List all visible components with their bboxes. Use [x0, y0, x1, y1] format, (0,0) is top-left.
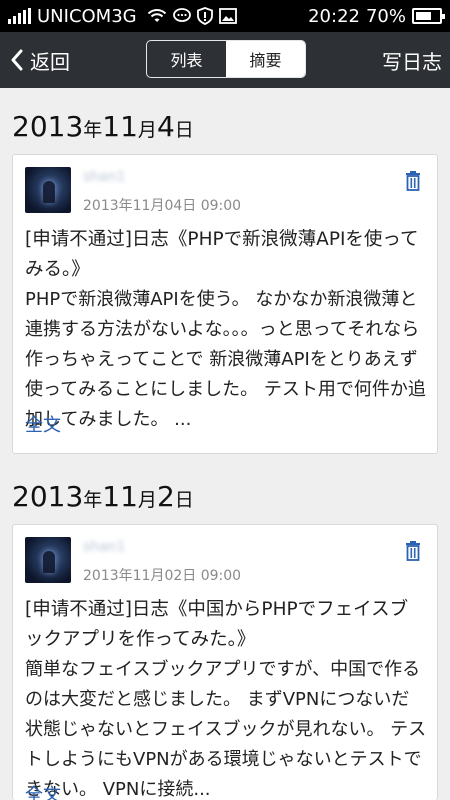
carrier-label: UNICOM3G [37, 5, 137, 27]
date-month-unit: 月 [137, 489, 157, 511]
trash-icon[interactable] [405, 541, 421, 561]
tab-list[interactable]: 列表 [147, 41, 226, 77]
image-icon [218, 8, 237, 24]
signal-icon [8, 8, 31, 24]
back-label: 返回 [30, 49, 70, 74]
avatar[interactable] [25, 537, 71, 583]
read-more-link[interactable]: 全文 [25, 411, 61, 437]
shield-icon [196, 7, 213, 25]
post-card[interactable]: shan1 2013年11月02日 09:00 [申请不通过]日志《中国からPH… [12, 524, 438, 800]
date-day: 4 [156, 110, 175, 143]
date-heading: 2013年11月2日 [12, 480, 194, 513]
status-bar: UNICOM3G 20:22 70% [0, 0, 450, 32]
date-month: 11 [102, 480, 138, 513]
post-title[interactable]: [申请不通过]日志《PHPで新浪微薄APIを使ってみる。》 [25, 225, 425, 285]
date-day-unit: 日 [174, 489, 194, 511]
write-log-button[interactable]: 写日志 [382, 32, 442, 88]
date-year: 2013 [12, 480, 84, 513]
post-summary: 簡単なフェイスブックアプリですが、中国で作るのは大変だと感じました。 まずVPN… [25, 659, 427, 800]
date-day: 2 [156, 480, 175, 513]
post-time: 2013年11月04日 09:00 [83, 198, 242, 214]
post-card[interactable]: shan1 2013年11月04日 09:00 [申请不通过]日志《PHPで新浪… [12, 154, 438, 454]
date-heading: 2013年11月4日 [12, 110, 194, 143]
date-year-unit: 年 [83, 119, 103, 141]
view-toggle: 列表 摘要 [146, 40, 306, 78]
date-month-unit: 月 [137, 119, 157, 141]
date-month: 11 [102, 110, 138, 143]
username: shan1 [83, 539, 126, 555]
nav-bar: 返回 列表 摘要 写日志 [0, 32, 450, 88]
post-time: 2013年11月02日 09:00 [83, 568, 242, 584]
battery-icon [412, 8, 445, 24]
date-year-unit: 年 [83, 489, 103, 511]
back-button[interactable]: 返回 [10, 32, 70, 88]
post-title[interactable]: [申请不通过]日志《中国からPHPでフェイスブックアプリを作ってみた。》 [25, 595, 425, 655]
read-more-link[interactable]: 全文 [25, 781, 61, 800]
date-year: 2013 [12, 110, 84, 143]
clock: 20:22 [308, 5, 360, 27]
chevron-left-icon [11, 49, 23, 71]
tab-summary[interactable]: 摘要 [226, 41, 305, 77]
post-summary: PHPで新浪微薄APIを使う。 なかなか新浪微薄と連携する方法がないよな。。。っ… [25, 289, 426, 430]
avatar[interactable] [25, 167, 71, 213]
battery-percent: 70% [365, 5, 406, 27]
username: shan1 [83, 169, 126, 185]
chat-icon [172, 8, 191, 22]
wifi-icon [147, 9, 166, 22]
date-day-unit: 日 [174, 119, 194, 141]
trash-icon[interactable] [405, 171, 421, 191]
